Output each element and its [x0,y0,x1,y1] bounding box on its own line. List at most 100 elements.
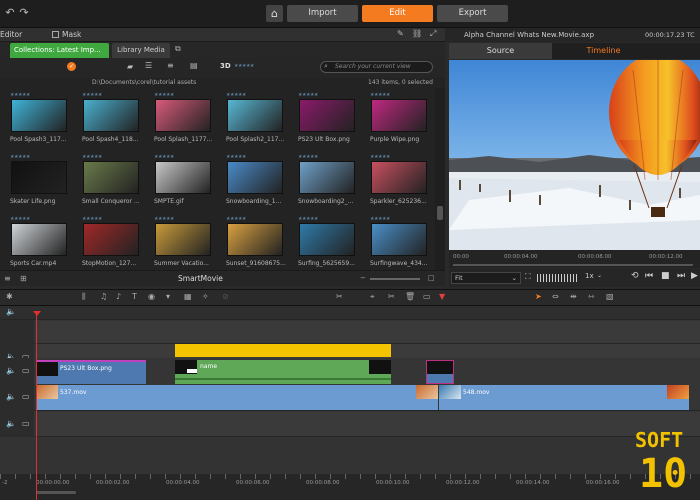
thumbnail[interactable] [227,99,283,132]
stop-icon[interactable]: ■ [661,271,670,281]
thumbnail[interactable] [371,223,427,256]
library-item[interactable]: ★★★★★ Surfing_5625659... [298,216,364,274]
playback-speed[interactable]: 1x [585,272,594,280]
tab-source[interactable]: Source [449,43,552,59]
library-item[interactable]: ★★★★★ StopMotion_127... [82,216,148,274]
menu-icon[interactable]: ≡ [4,274,11,283]
thumbnail[interactable] [83,99,139,132]
library-item[interactable]: ★★★★★ SMPTE.gif [154,154,220,212]
rating-stars[interactable]: ★★★★★ [10,154,76,160]
smartmovie-label[interactable]: SmartMovie [178,274,223,283]
filter-check-icon[interactable]: ✓ [67,62,76,71]
rating-stars[interactable]: ★★★★★ [10,92,76,98]
folder-icon[interactable]: ▰ [127,62,133,71]
tab-collections[interactable]: Collections: Latest Imp... [10,43,109,58]
scorefitter-icon[interactable]: ♪ [116,292,121,301]
snap-icon[interactable]: ⌖ [370,292,375,302]
thumbnail[interactable] [371,99,427,132]
thumbnail[interactable] [155,161,211,194]
rating-stars[interactable]: ★★★★★ [10,216,76,222]
title-tool-icon[interactable]: T [132,292,137,301]
settings-icon[interactable]: ✱ [6,292,13,301]
loop-icon[interactable]: ⟲ [631,271,639,281]
thumbnail[interactable] [155,223,211,256]
add-folder-icon[interactable]: ⊞ [20,274,27,283]
track-3-video-icon[interactable]: ▭ [22,366,30,375]
thumbnail-size-slider[interactable] [370,278,420,280]
voiceover-icon[interactable]: ◉ [148,292,155,301]
rating-stars[interactable]: ★★★★★ [82,216,148,222]
rating-stars[interactable]: ★★★★★ [226,216,292,222]
library-item[interactable]: ★★★★★ Small Conqueror ... [82,154,148,212]
thumbnail[interactable] [11,161,67,194]
tab-edit[interactable]: Edit [362,5,433,22]
rating-stars[interactable]: ★★★★★ [298,92,364,98]
tab-export[interactable]: Export [437,5,508,22]
timeline-ruler[interactable]: -2 00:00:00.00 00:00:02.00 00:00:04.00 0… [0,474,700,500]
rating-stars[interactable]: ★★★★★ [82,92,148,98]
thumbnail[interactable] [371,161,427,194]
list-view-icon[interactable]: ☰ [145,61,152,70]
timeline-empty-space[interactable] [0,437,700,474]
magic-icon[interactable]: ✧ [202,292,209,301]
speed-chevron-icon[interactable]: ⌄ [597,272,602,279]
rating-stars[interactable]: ★★★★★ [370,154,436,160]
marker-icon[interactable]: ▾ [166,292,170,301]
video-clip-548[interactable]: 548.mov [439,385,689,410]
view-options-icon[interactable]: ▤ [190,61,198,70]
delete-icon[interactable]: 🗑 [405,292,415,301]
audio-mixer-icon[interactable]: ⫼ [82,292,86,302]
video-clip-537[interactable]: 537.mov [36,385,438,410]
pin-icon[interactable]: ✎ [397,29,404,38]
undo-icon[interactable]: ↶ [3,6,17,20]
thumbnail[interactable] [227,223,283,256]
link-icon[interactable]: ⛓ [412,29,422,38]
track-5-lane[interactable] [36,412,700,436]
playhead-handle[interactable] [33,311,41,316]
library-item[interactable]: ★★★★★ PS23 Ult Box.png [298,92,364,150]
next-frame-icon[interactable]: ⏭ [677,271,685,281]
library-item[interactable]: ★★★★★ Pool Spash3_117... [10,92,76,150]
track-5-audio-icon[interactable]: 🔈 [6,419,16,428]
library-item[interactable]: ★★★★★ Sunset_91608675... [226,216,292,274]
menu-mask[interactable]: Mask [62,30,81,39]
redo-icon[interactable]: ↷ [17,6,31,20]
library-item[interactable]: ★★★★★ Summer Vacatio... [154,216,220,274]
library-scrollbar[interactable] [435,88,445,270]
slip-icon[interactable]: ⇹ [570,292,577,301]
zoom-out-icon[interactable]: − [360,274,366,282]
thumbnail[interactable] [299,99,355,132]
timeline-scrollbar[interactable] [36,491,76,494]
prev-frame-icon[interactable]: ⏮ [645,271,653,281]
track-3-audio-icon[interactable]: 🔈 [6,366,16,375]
library-item[interactable]: ★★★★★ Sparkler_625236... [370,154,436,212]
zoom-select[interactable]: Fit ⌄ [451,272,521,284]
slide-icon[interactable]: ⇿ [588,292,595,301]
tab-import[interactable]: Import [287,5,358,22]
playhead[interactable] [36,313,37,500]
master-volume-icon[interactable]: 🔈 [6,307,16,316]
new-tab-icon[interactable]: ⧉ [175,44,181,54]
thumbnail[interactable] [299,223,355,256]
thumbnail[interactable] [83,223,139,256]
title-clip-header[interactable] [175,344,391,357]
rating-stars[interactable]: ★★★★★ [370,216,436,222]
rating-stars[interactable]: ★★★★★ [370,92,436,98]
library-item[interactable]: ★★★★★ Snowboarding_1... [226,154,292,212]
tab-library-media[interactable]: Library Media [112,43,170,58]
rating-stars[interactable]: ★★★★★ [298,154,364,160]
home-button[interactable]: ⌂ [266,5,283,22]
tab-timeline[interactable]: Timeline [552,43,655,59]
fit-icon[interactable]: □ [428,274,435,282]
thumbnail[interactable] [11,223,67,256]
overlay-clip[interactable]: PS23 Ult Box.png [36,360,146,384]
play-icon[interactable]: ▶ [691,271,698,281]
title-clip[interactable]: name [175,360,391,384]
mask-checkbox-icon[interactable] [52,31,59,38]
filter-3d-label[interactable]: 3D [220,62,231,70]
menu-editor[interactable]: Editor [0,30,22,39]
track-4-audio-icon[interactable]: 🔈 [6,392,16,401]
search-input[interactable]: Search your current view [320,61,433,73]
rating-filter-stars[interactable]: ★★★★★ [234,63,254,69]
rating-stars[interactable]: ★★★★★ [154,92,220,98]
